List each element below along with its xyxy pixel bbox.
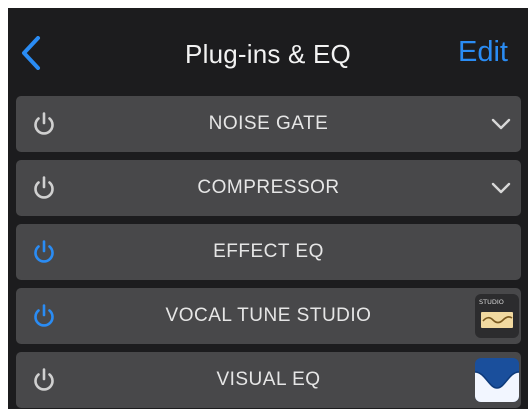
edit-button[interactable]: Edit xyxy=(458,36,508,69)
power-icon xyxy=(34,176,54,199)
chevron-down-icon xyxy=(491,182,511,194)
vocal-tune-studio-thumbnail: STUDIO xyxy=(475,294,519,338)
power-icon xyxy=(34,112,54,135)
vocal-tune-studio-icon: STUDIO xyxy=(475,294,519,338)
page-title: Plug-ins & EQ xyxy=(185,39,351,69)
plugin-row-vocal-tune-studio[interactable]: VOCAL TUNE STUDIO STUDIO xyxy=(16,288,521,344)
plugin-row-effect-eq[interactable]: EFFECT EQ xyxy=(16,224,521,280)
nav-header: Plug-ins & EQ Edit xyxy=(8,8,528,96)
plugins-eq-screen: Plug-ins & EQ Edit NOISE GATE COMPRESSOR… xyxy=(8,8,528,409)
power-toggle-button[interactable] xyxy=(29,301,59,331)
power-icon xyxy=(34,304,54,327)
plugin-row-visual-eq[interactable]: VISUAL EQ xyxy=(16,352,521,408)
plugin-row-compressor[interactable]: COMPRESSOR xyxy=(16,160,521,216)
power-toggle-button[interactable] xyxy=(29,173,59,203)
plugin-label: EFFECT EQ xyxy=(213,241,324,262)
plugin-list: NOISE GATE COMPRESSOR EFFECT EQ VOCAL TU… xyxy=(16,96,521,409)
plugin-label: VISUAL EQ xyxy=(216,369,321,390)
plugin-row-noise-gate[interactable]: NOISE GATE xyxy=(16,96,521,152)
plugin-label: NOISE GATE xyxy=(208,113,329,134)
power-icon xyxy=(34,240,54,263)
power-toggle-button[interactable] xyxy=(29,109,59,139)
power-toggle-button[interactable] xyxy=(29,365,59,395)
expand-button[interactable] xyxy=(490,113,512,135)
thumbnail-text: STUDIO xyxy=(479,298,504,306)
visual-eq-icon xyxy=(475,358,519,402)
expand-button[interactable] xyxy=(490,177,512,199)
power-toggle-button[interactable] xyxy=(29,237,59,267)
plugin-label: COMPRESSOR xyxy=(197,177,340,198)
chevron-down-icon xyxy=(491,118,511,130)
power-icon xyxy=(34,368,54,391)
plugin-label: VOCAL TUNE STUDIO xyxy=(165,305,372,326)
visual-eq-thumbnail xyxy=(475,358,519,402)
